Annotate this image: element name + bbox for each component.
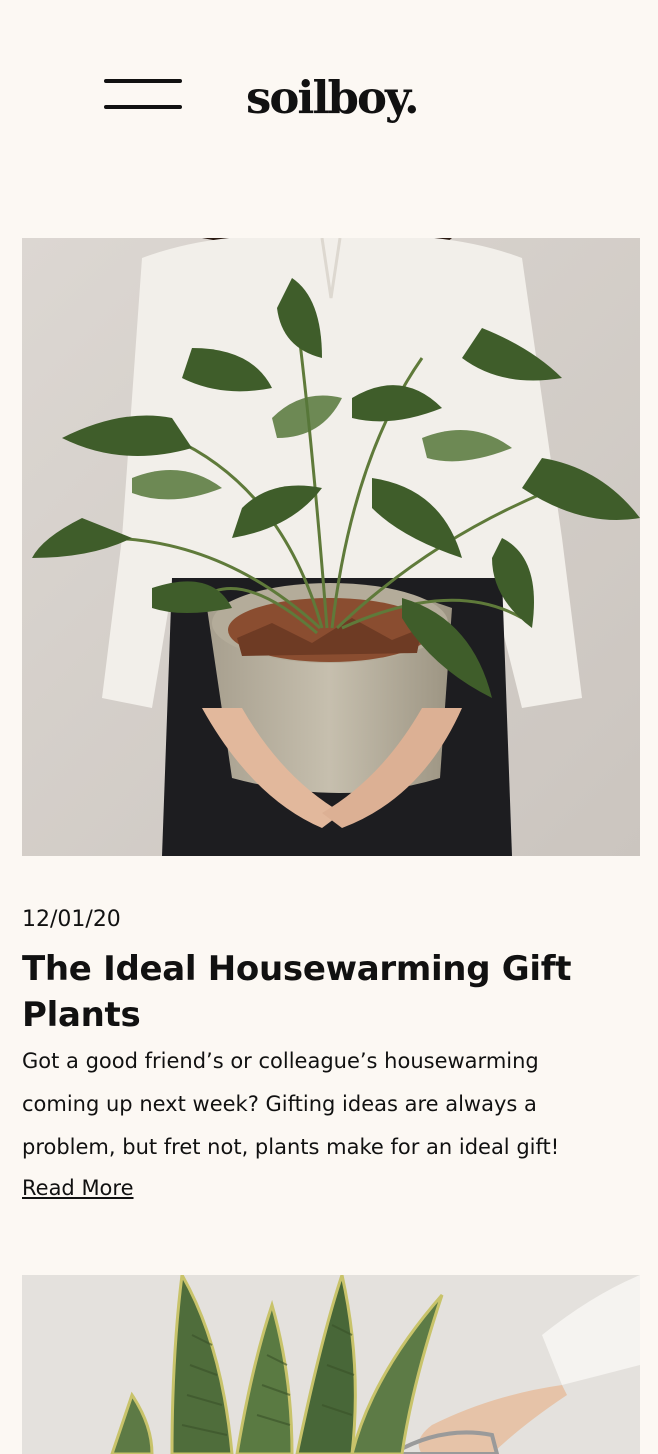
read-more-link[interactable]: Read More	[22, 1172, 134, 1204]
post-image[interactable]	[22, 1275, 640, 1454]
site-logo[interactable]: soilboy.	[246, 68, 420, 128]
menu-line-bottom	[104, 105, 182, 109]
hamburger-menu-icon[interactable]	[100, 74, 186, 114]
post-image[interactable]	[22, 238, 640, 856]
site-header: soilboy.	[0, 0, 658, 200]
plant-photo	[22, 238, 640, 856]
post-excerpt: Got a good friend’s or colleague’s house…	[22, 1049, 560, 1159]
snake-plant-photo	[22, 1275, 640, 1454]
post-date: 12/01/20	[22, 907, 121, 932]
menu-line-top	[104, 79, 182, 83]
post-title[interactable]: The Ideal Housewarming Gift Plants	[22, 946, 632, 1038]
